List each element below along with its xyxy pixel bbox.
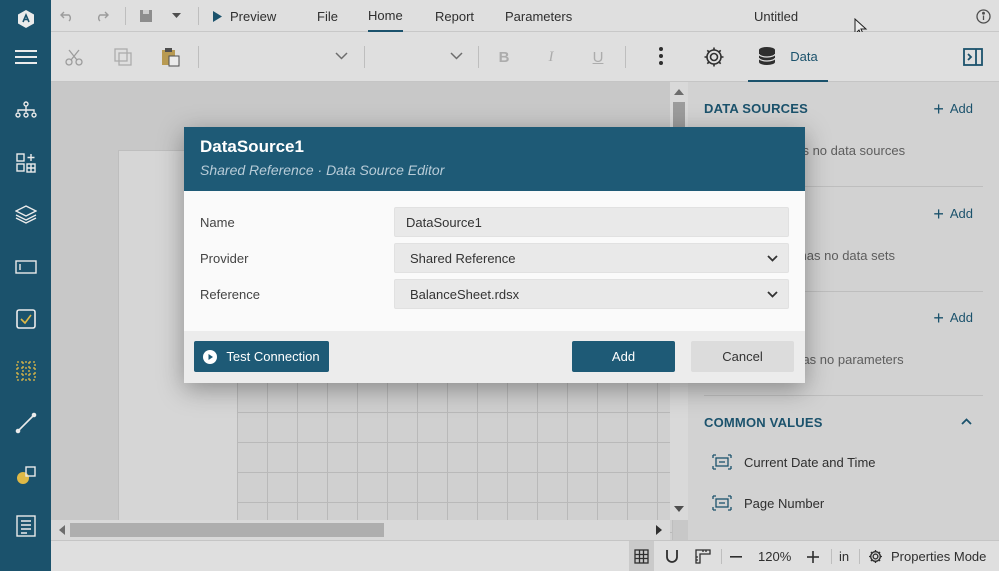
name-label: Name	[200, 215, 235, 230]
provider-value: Shared Reference	[410, 250, 516, 266]
chevron-down-icon	[767, 255, 778, 262]
test-connection-button[interactable]: Test Connection	[194, 341, 329, 372]
reference-select[interactable]: BalanceSheet.rdsx	[394, 279, 789, 309]
reference-label: Reference	[200, 287, 260, 302]
chevron-down-icon	[767, 291, 778, 298]
name-field[interactable]: DataSource1	[394, 207, 789, 237]
reference-value: BalanceSheet.rdsx	[410, 286, 520, 302]
dialog-body: Name DataSource1 Provider Shared Referen…	[184, 191, 805, 331]
dialog-footer: Test Connection Add Cancel	[184, 331, 805, 383]
add-button[interactable]: Add	[572, 341, 675, 372]
dialog-title: DataSource1	[200, 137, 304, 156]
provider-select[interactable]: Shared Reference	[394, 243, 789, 273]
play-circle-icon	[203, 349, 218, 364]
data-source-editor-dialog: DataSource1 Shared Reference · Data Sour…	[184, 127, 805, 383]
dialog-subtitle: Shared Reference · Data Source Editor	[200, 162, 445, 178]
dialog-header: DataSource1 Shared Reference · Data Sour…	[184, 127, 805, 191]
test-connection-label: Test Connection	[226, 349, 320, 364]
cancel-button[interactable]: Cancel	[691, 341, 794, 372]
name-value: DataSource1	[406, 214, 482, 230]
provider-label: Provider	[200, 251, 249, 266]
